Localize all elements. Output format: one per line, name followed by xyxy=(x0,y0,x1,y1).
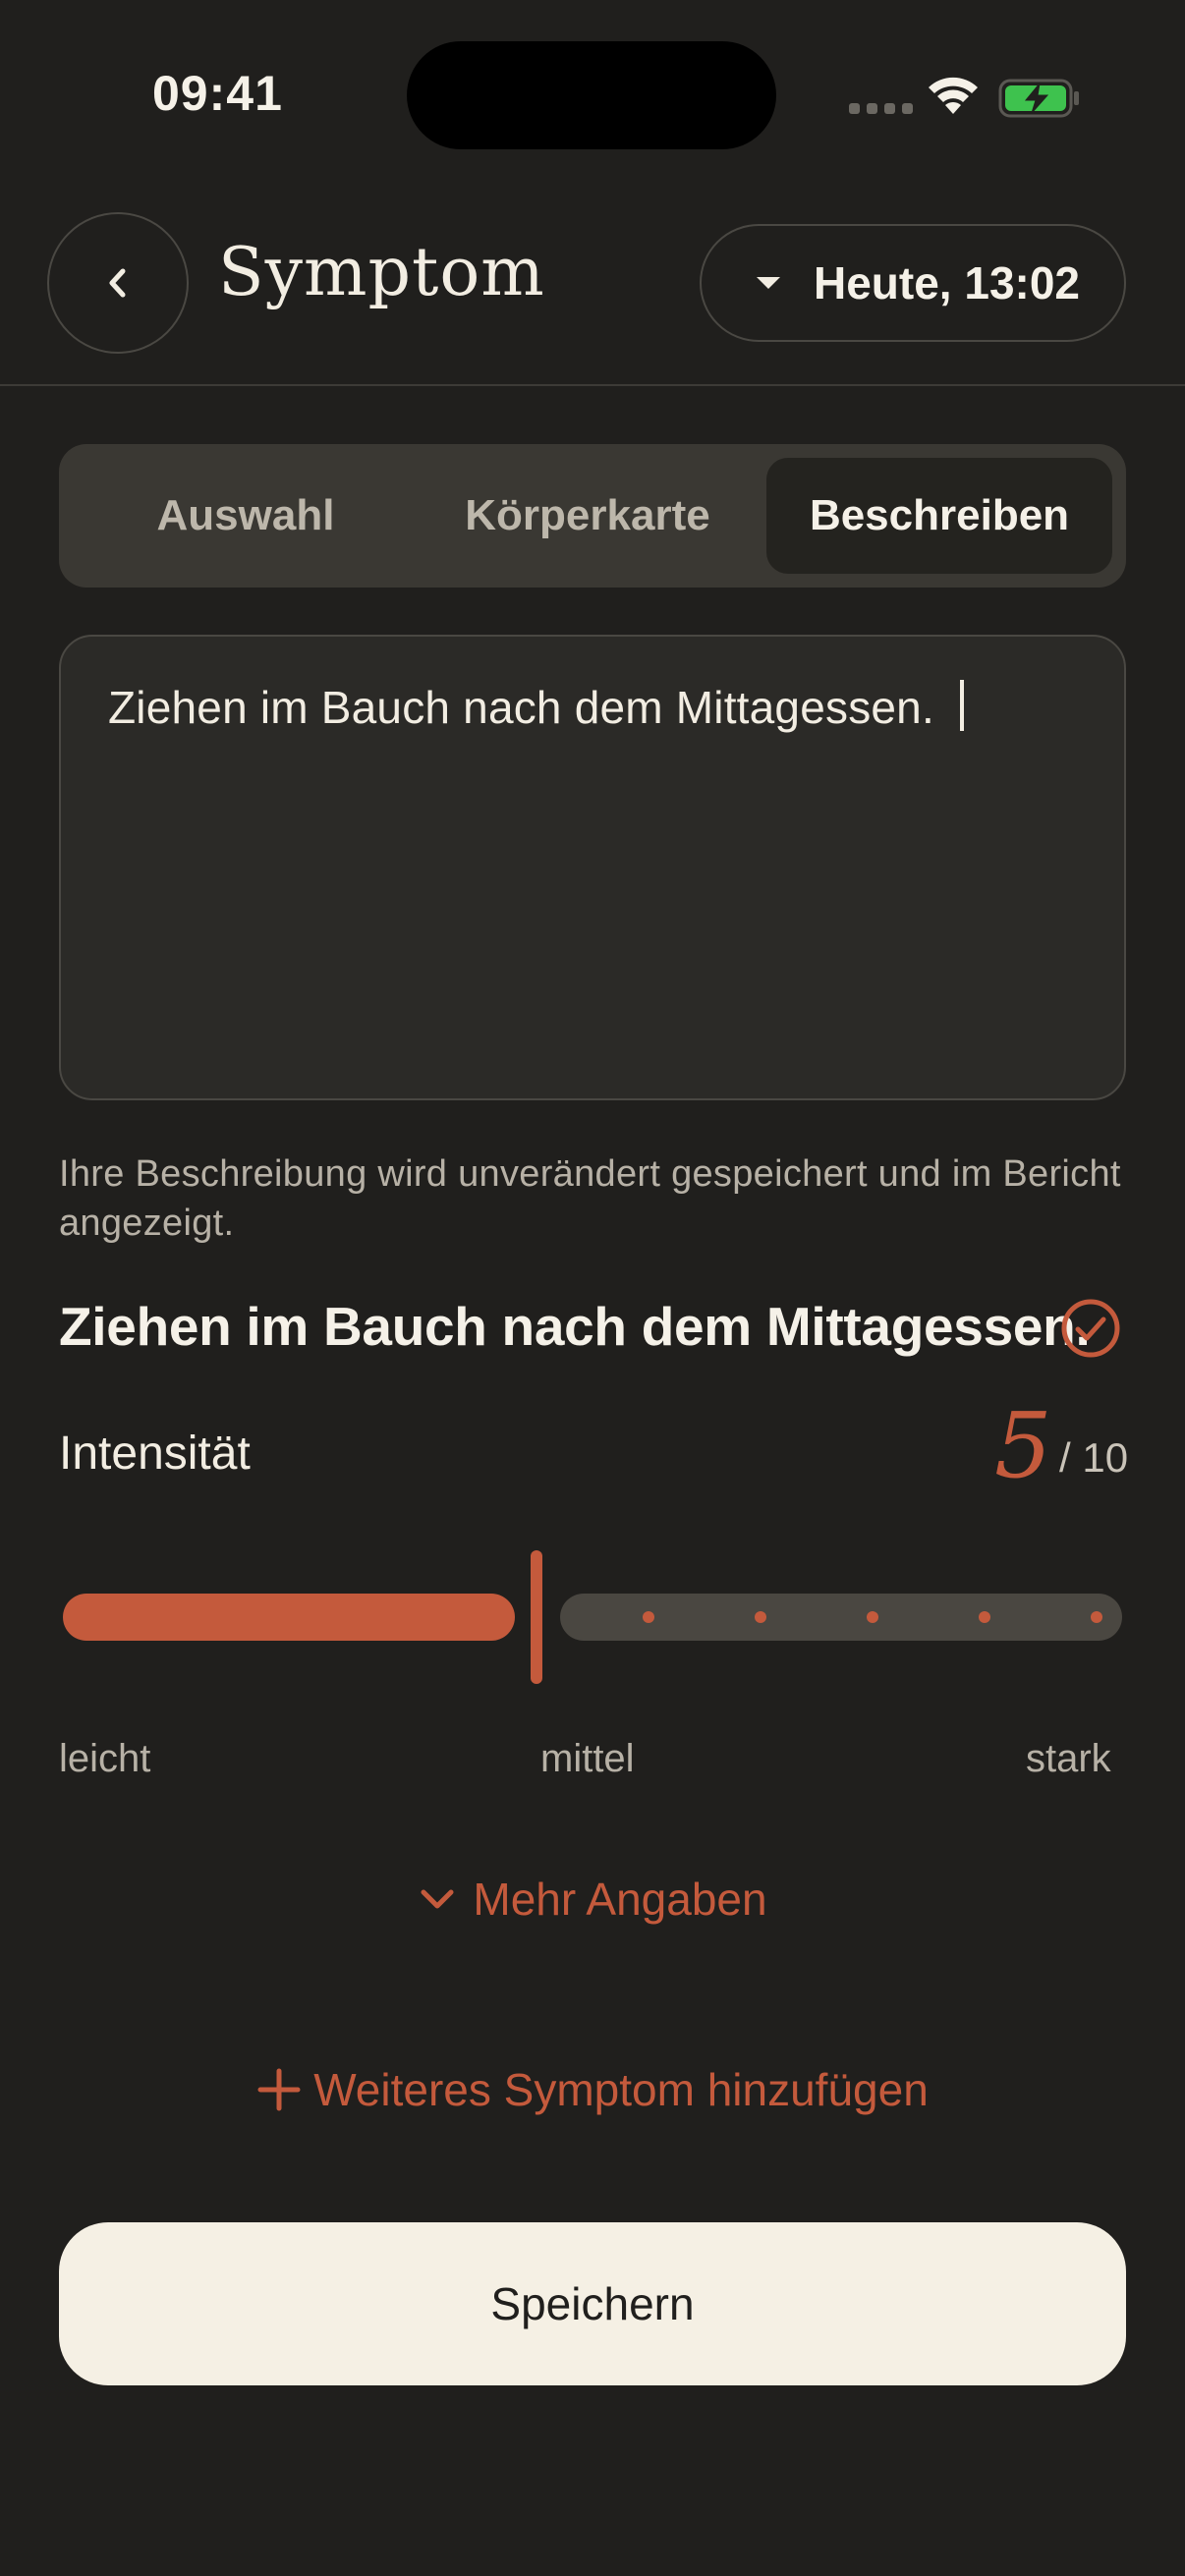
slider-tick xyxy=(979,1611,990,1623)
save-label: Speichern xyxy=(490,2278,695,2329)
symptom-screen: 09:41 Symptom Heute, 13:02 Auswahl Körpe… xyxy=(0,0,1185,2576)
slider-tick xyxy=(755,1611,766,1623)
intensity-value: 5 xyxy=(994,1393,1052,1498)
description-helper-text: Ihre Beschreibung wird unverändert gespe… xyxy=(59,1153,1121,1244)
intensity-max: / 10 xyxy=(1059,1434,1129,1481)
back-button[interactable] xyxy=(47,212,189,354)
dynamic-island xyxy=(407,41,776,149)
slider-tick xyxy=(643,1611,654,1623)
slider-tick xyxy=(1091,1611,1102,1623)
cellular-signal-icon xyxy=(849,103,913,114)
check-circle-icon xyxy=(1061,1299,1120,1358)
intensity-slider-thumb[interactable] xyxy=(531,1550,542,1684)
tab-koerperkarte[interactable]: Körperkarte xyxy=(421,458,755,574)
add-symptom-button[interactable]: Weiteres Symptom hinzufügen xyxy=(0,2063,1185,2116)
page-title: Symptom xyxy=(218,234,545,311)
description-value: Ziehen im Bauch nach dem Mittagessen. xyxy=(108,682,934,733)
tab-auswahl[interactable]: Auswahl xyxy=(79,458,413,574)
more-details-button[interactable]: Mehr Angaben xyxy=(0,1873,1185,1926)
plus-icon xyxy=(257,2068,301,2111)
header-divider xyxy=(0,384,1185,386)
add-symptom-label: Weiteres Symptom hinzufügen xyxy=(313,2064,929,2115)
chevron-left-icon xyxy=(109,268,126,298)
date-label: Heute, 13:02 xyxy=(814,257,1081,308)
date-picker-button[interactable]: Heute, 13:02 xyxy=(700,224,1126,342)
save-button[interactable]: Speichern xyxy=(59,2222,1126,2385)
intensity-label: Intensität xyxy=(59,1428,251,1480)
description-textarea[interactable]: Ziehen im Bauch nach dem Mittagessen. xyxy=(59,635,1126,1100)
scale-label-mid: mittel xyxy=(540,1737,635,1780)
symptom-summary: Ziehen im Bauch nach dem Mittagessen. xyxy=(59,1296,1091,1357)
intensity-slider-fill[interactable] xyxy=(63,1594,515,1641)
text-cursor xyxy=(959,680,964,731)
status-time: 09:41 xyxy=(152,66,283,121)
chevron-down-icon xyxy=(421,1889,454,1909)
segmented-tabs: Auswahl Körperkarte Beschreiben xyxy=(59,444,1126,588)
wifi-icon xyxy=(929,77,978,114)
battery-charging-icon xyxy=(998,79,1079,118)
slider-tick xyxy=(867,1611,878,1623)
caret-down-icon xyxy=(757,277,780,289)
tab-beschreiben[interactable]: Beschreiben xyxy=(766,458,1112,574)
scale-label-low: leicht xyxy=(59,1737,151,1780)
scale-label-high: stark xyxy=(1026,1737,1111,1780)
more-details-label: Mehr Angaben xyxy=(473,1874,767,1925)
